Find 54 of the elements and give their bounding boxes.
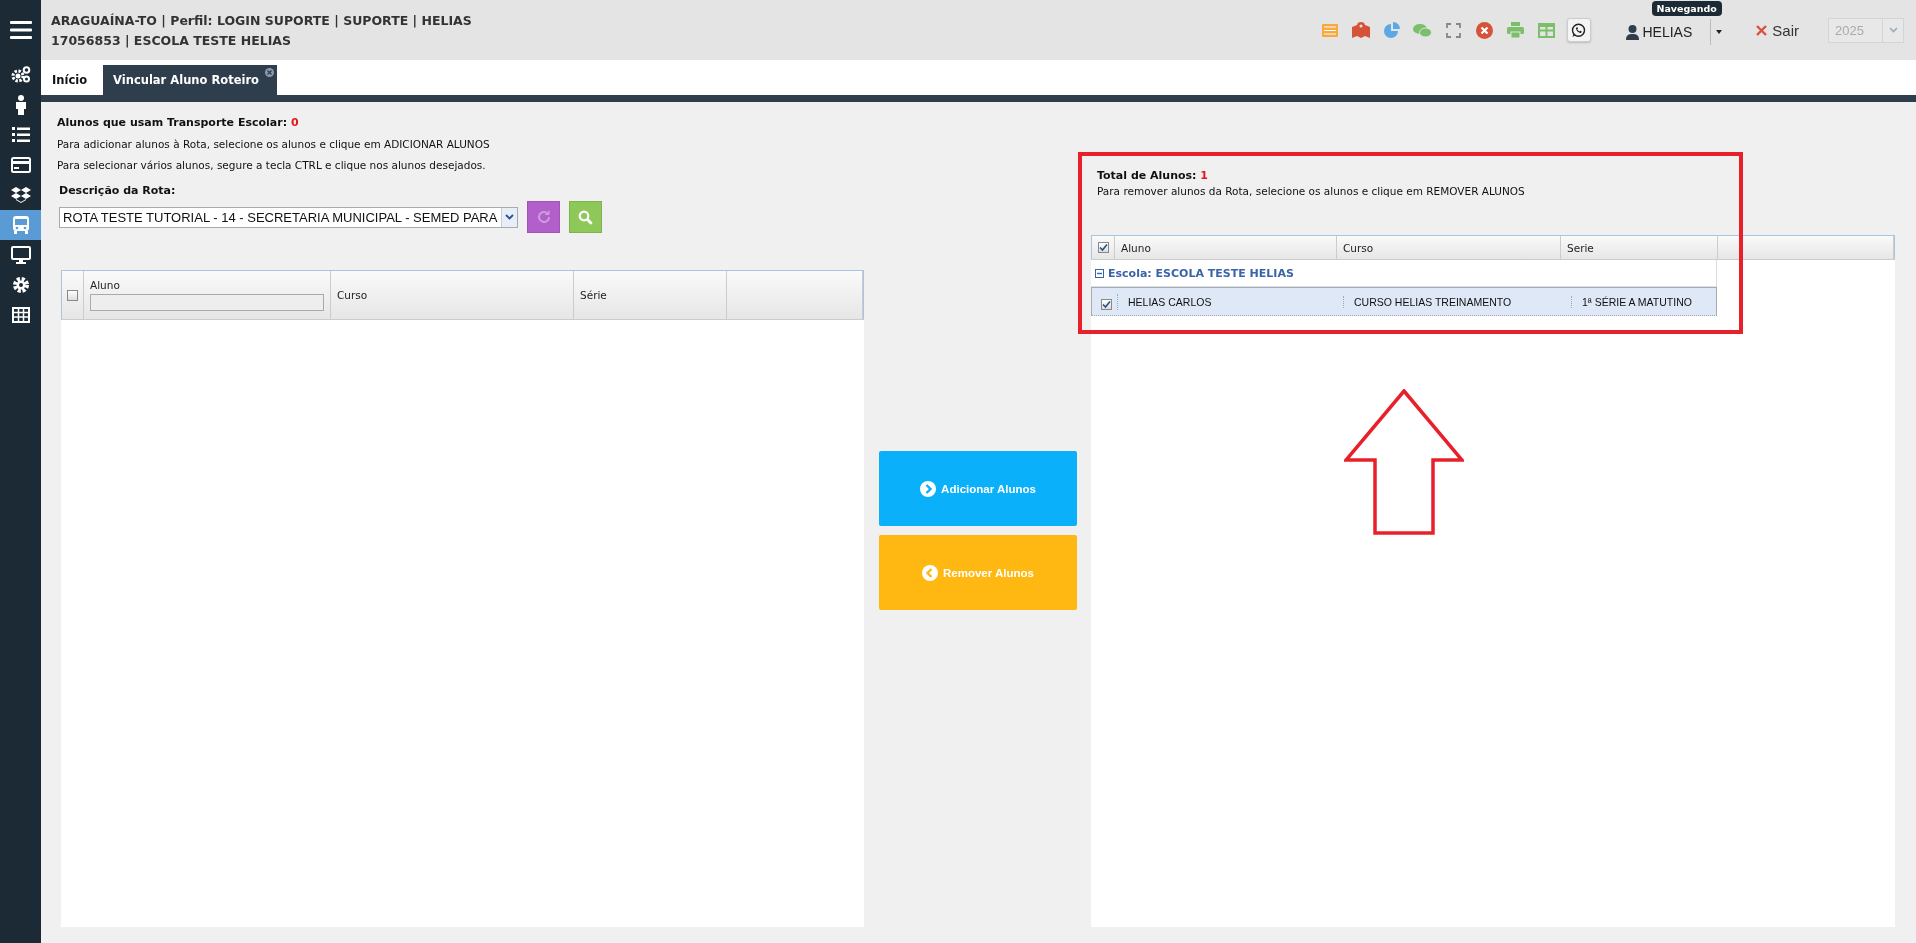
table-cell: HELIAS CARLOS <box>1122 295 1344 308</box>
search-icon <box>578 209 594 225</box>
column-header[interactable]: Curso <box>331 271 574 319</box>
collapse-icon[interactable] <box>1095 268 1104 278</box>
chevron-down-icon <box>1888 27 1898 33</box>
table-cell: CURSO HELIAS TREINAMENTO <box>1348 295 1572 308</box>
monitor-icon <box>10 246 31 264</box>
table-cell: 1ª SÉRIE A MATUTINO <box>1576 295 1716 308</box>
chevron-right-circle-icon <box>920 480 937 497</box>
header-info-text: 17056853 | ESCOLA TESTE HELIAS <box>51 32 292 48</box>
numbered-list-icon <box>11 127 30 143</box>
bus-icon <box>10 215 31 235</box>
menu-icon[interactable] <box>9 21 32 39</box>
chevron-left-circle-icon <box>922 564 938 581</box>
gears-icon <box>10 66 31 84</box>
instruction-text: Para selecionar vários alunos, segure a tecla CTRL e clique nos alunos desejados. <box>57 159 487 171</box>
table-row[interactable]: HELIAS CARLOS CURSO HELIAS TREINAMENTO 1ª SÉRIE A MATUTINO <box>1091 287 1717 316</box>
refresh-icon <box>535 209 552 225</box>
close-icon <box>1756 24 1768 36</box>
column-header[interactable]: Aluno <box>90 279 330 291</box>
table-icon <box>11 307 30 323</box>
route-select[interactable]: ROTA TESTE TUTORIAL - 14 - SECRETARIA MUNICIPAL - SEMED PARA <box>59 206 519 228</box>
close-circle-icon[interactable] <box>1476 21 1493 39</box>
header-info-text: ARAGUAÍNA-TO | Perfil: LOGIN SUPORTE | SUPORTE | HELIAS <box>51 12 472 28</box>
refresh-button[interactable] <box>527 201 561 233</box>
checkbox[interactable] <box>67 289 78 301</box>
fullscreen-icon[interactable] <box>1446 22 1461 38</box>
user-icon <box>1625 24 1639 40</box>
instruction-text: Para adicionar alunos à Rota, selecione os alunos e clique em ADICIONAR ALUNOS <box>57 138 491 150</box>
map-pin-icon[interactable] <box>1351 22 1370 38</box>
chevron-down-icon <box>505 214 515 220</box>
column-header[interactable]: Curso <box>1337 236 1561 259</box>
checkbox[interactable] <box>1097 242 1109 253</box>
filter-field[interactable] <box>90 294 324 311</box>
checkbox[interactable] <box>1100 298 1112 310</box>
route-label: Descrição da Rota: <box>59 184 177 197</box>
column-header[interactable]: Aluno <box>1115 236 1337 259</box>
column-header[interactable]: Série <box>574 271 727 319</box>
caret-icon[interactable] <box>1716 30 1723 34</box>
group-row[interactable]: Escola: ESCOLA TESTE HELIAS <box>1091 260 1717 287</box>
user-name[interactable]: HELIAS <box>1642 24 1693 40</box>
close-icon[interactable] <box>265 68 274 77</box>
student-count-text: Alunos que usam Transporte Escolar: 0 <box>57 116 300 129</box>
credit-card-icon <box>10 157 31 173</box>
settings-icon <box>11 276 30 294</box>
group-label: Escola: ESCOLA TESTE HELIAS <box>1108 266 1294 280</box>
tab[interactable]: Vincular Aluno Roteiro <box>103 65 277 95</box>
total-students-text: Total de Alunos: 1 <box>1097 169 1209 182</box>
person-icon <box>14 95 27 115</box>
chat-bubble-icon[interactable] <box>1566 18 1591 42</box>
instruction-text: Para remover alunos da Rota, selecione os alunos e clique em REMOVER ALUNOS <box>1097 185 1526 197</box>
column-header[interactable]: Serie <box>1561 236 1718 259</box>
logout-button[interactable]: Sair <box>1750 20 1805 40</box>
tooltip: Navegando <box>1651 1 1722 16</box>
